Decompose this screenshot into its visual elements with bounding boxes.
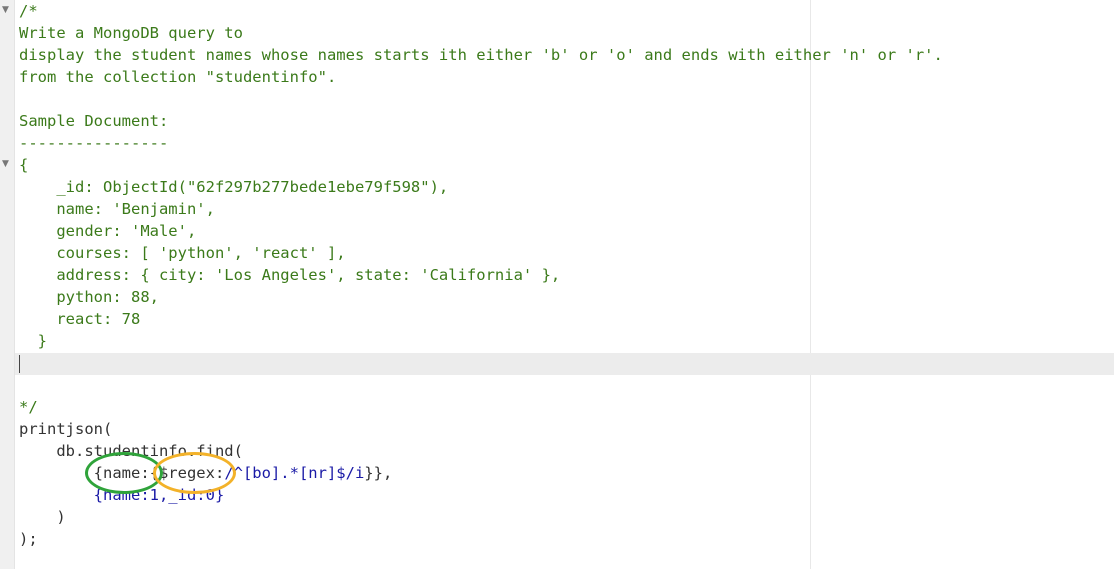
code-line: from the collection "studentinfo". (19, 68, 337, 86)
code-line: name: 'Benjamin', (19, 200, 215, 218)
code-line: display the student names whose names st… (19, 46, 943, 64)
code-line: {name:1,_id:0} (19, 486, 225, 504)
code-line: ---------------- (19, 134, 169, 152)
code-line: ) (19, 508, 66, 526)
code-line: courses: [ 'python', 'react' ], (19, 244, 346, 262)
code-line: python: 88, (19, 288, 159, 306)
code-line: printjson( (19, 420, 113, 438)
text-cursor (19, 355, 20, 373)
regex-token: /^[bo].*[nr]$/i (224, 464, 365, 482)
code-line-regex: {name:{$regex:/^[bo].*[nr]$/i}}, (19, 462, 393, 484)
code-line: gender: 'Male', (19, 222, 197, 240)
code-line: _id: ObjectId("62f297b277bede1ebe79f598"… (19, 178, 449, 196)
code-line: db.studentinfo.find( (19, 442, 243, 460)
active-line-highlight (15, 353, 1114, 375)
code-line: address: { city: 'Los Angeles', state: '… (19, 266, 561, 284)
code-line: */ (19, 398, 38, 416)
fold-chevron-down-icon[interactable]: ▼ (2, 159, 9, 169)
code-line: react: 78 (19, 310, 141, 328)
fold-chevron-down-icon[interactable]: ▼ (2, 5, 9, 15)
code-line: { (19, 156, 29, 174)
code-line: /* (19, 2, 38, 20)
code-line: } (19, 332, 47, 350)
print-margin (810, 0, 811, 569)
code-token: {name:{$regex: (19, 464, 225, 482)
code-line: Sample Document: (19, 112, 169, 130)
code-token: }}, (364, 464, 393, 482)
code-line: Write a MongoDB query to (19, 24, 243, 42)
editor-gutter (0, 0, 15, 569)
code-line: ); (19, 530, 38, 548)
